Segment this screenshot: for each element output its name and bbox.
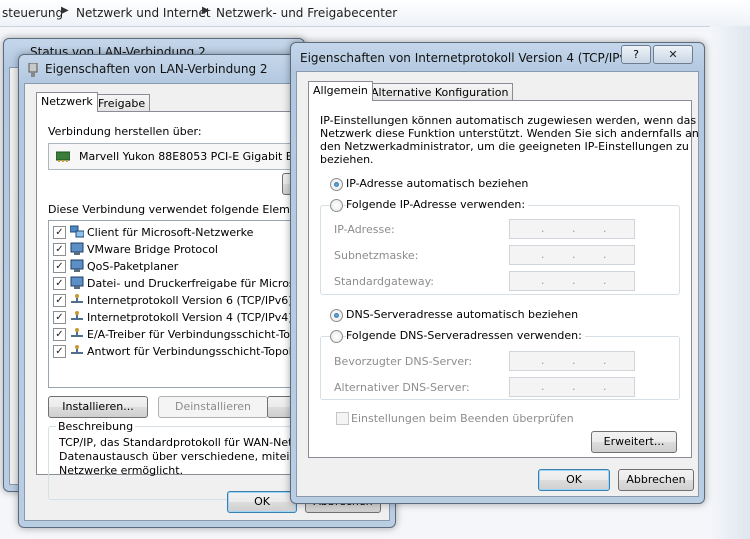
subnet-label: Subnetzmaske:	[334, 249, 419, 262]
lan-ok-button[interactable]: OK	[227, 491, 297, 513]
dns-auto-label[interactable]: DNS-Serveradresse automatisch beziehen	[346, 308, 578, 321]
tab-alternative-konfiguration[interactable]: Alternative Konfiguration	[366, 83, 514, 101]
validate-label: Einstellungen beim Beenden überprüfen	[351, 412, 574, 425]
description-line: TCP/IP, das Standardprotokoll für WAN-Ne…	[59, 436, 319, 449]
advanced-button[interactable]: Erweitert...	[591, 431, 677, 453]
item-checkbox[interactable]: ✓	[53, 226, 66, 239]
item-checkbox[interactable]: ✓	[53, 243, 66, 256]
intro-line: den Netzwerkadministrator, um die geeign…	[320, 140, 689, 153]
close-icon[interactable]: ✕	[653, 45, 693, 64]
item-label: Antwort für Verbindungsschicht-Topologie…	[87, 345, 323, 358]
window-title: Eigenschaften von LAN-Verbindung 2	[45, 62, 268, 76]
protocol-icon	[70, 327, 84, 340]
protocol-icon	[70, 293, 84, 306]
tab-freigabe[interactable]: Freigabe	[93, 94, 151, 112]
dns-auto-radio[interactable]	[330, 309, 343, 322]
item-label: Client für Microsoft-Netzwerke	[87, 226, 254, 239]
install-button[interactable]: Installieren...	[48, 396, 148, 418]
item-checkbox[interactable]: ✓	[53, 328, 66, 341]
intro-line: IP-Einstellungen können automatisch zuge…	[320, 114, 697, 127]
ip-address-field[interactable]: ...	[509, 219, 635, 239]
item-label: Internetprotokoll Version 6 (TCP/IPv6)	[87, 294, 293, 307]
breadcrumb-arrow-icon[interactable]: ▶	[202, 5, 210, 16]
network-card-icon	[55, 150, 71, 162]
breadcrumb-item[interactable]: Netzwerk und Internet	[76, 6, 211, 20]
subnet-field[interactable]: ...	[509, 245, 635, 265]
item-checkbox[interactable]: ✓	[53, 260, 66, 273]
item-label: VMware Bridge Protocol	[87, 243, 218, 256]
general-tab-panel: IP-Einstellungen können automatisch zuge…	[308, 100, 699, 458]
explorer-address-bar[interactable]: steuerung ▶ Netzwerk und Internet ▶ Netz…	[0, 0, 750, 27]
description-line: Datenaustausch über verschiedene, mitein…	[59, 450, 329, 463]
description-title: Beschreibung	[56, 420, 136, 433]
ipv4-properties-window[interactable]: Eigenschaften von Internetprotokoll Vers…	[290, 42, 705, 504]
item-checkbox[interactable]: ✓	[53, 294, 66, 307]
dns-manual-radio[interactable]	[330, 330, 343, 343]
ip-address-label: IP-Adresse:	[334, 223, 395, 236]
explorer-background	[710, 26, 750, 539]
ipv4-cancel-button[interactable]: Abbrechen	[618, 469, 694, 491]
window-title: Eigenschaften von Internetprotokoll Vers…	[300, 51, 639, 65]
network-service-icon	[70, 242, 84, 255]
gateway-field[interactable]: ...	[509, 271, 635, 291]
ip-auto-label[interactable]: IP-Adresse automatisch beziehen	[346, 177, 528, 190]
tab-netzwerk[interactable]: Netzwerk	[36, 92, 98, 112]
network-service-icon	[70, 276, 84, 289]
intro-line: Netzwerk diese Funktion unterstützt. Wen…	[320, 127, 699, 140]
intro-line: beziehen.	[320, 153, 374, 166]
preferred-dns-label: Bevorzugter DNS-Server:	[334, 355, 473, 368]
alternate-dns-label: Alternativer DNS-Server:	[334, 381, 470, 394]
item-checkbox[interactable]: ✓	[53, 277, 66, 290]
protocol-icon	[70, 310, 84, 323]
breadcrumb-arrow-icon[interactable]: ▶	[61, 5, 69, 16]
item-checkbox[interactable]: ✓	[53, 345, 66, 358]
item-label: E/A-Treiber für Verbindungsschicht-Topol…	[87, 328, 314, 341]
preferred-dns-field[interactable]: ...	[509, 351, 635, 371]
gateway-label: Standardgateway:	[334, 275, 434, 288]
item-label: QoS-Paketplaner	[87, 260, 179, 273]
description-line: Netzwerke ermöglicht.	[59, 464, 184, 477]
item-checkbox[interactable]: ✓	[53, 311, 66, 324]
ipv4-body: Allgemein Alternative Konfiguration IP-E…	[296, 71, 699, 497]
breadcrumb-item[interactable]: steuerung	[2, 6, 63, 20]
ipv4-ok-button[interactable]: OK	[538, 469, 610, 491]
elements-label: Diese Verbindung verwendet folgende Elem…	[48, 203, 319, 216]
protocol-icon	[70, 344, 84, 357]
validate-checkbox[interactable]	[336, 412, 349, 425]
breadcrumb-item[interactable]: Netzwerk- und Freigabecenter	[216, 6, 397, 20]
ip-manual-radio[interactable]	[330, 199, 343, 212]
connect-using-label: Verbindung herstellen über:	[48, 125, 202, 138]
adapter-name: Marvell Yukon 88E8053 PCI-E Gigabit Ethe…	[79, 150, 323, 163]
help-button[interactable]: ?	[621, 45, 651, 64]
ip-manual-label[interactable]: Folgende IP-Adresse verwenden:	[346, 198, 529, 211]
item-label: Internetprotokoll Version 4 (TCP/IPv4)	[87, 311, 293, 324]
ip-auto-radio[interactable]	[330, 178, 343, 191]
network-service-icon	[70, 259, 84, 272]
network-client-icon	[69, 225, 85, 238]
dns-manual-label[interactable]: Folgende DNS-Serveradressen verwenden:	[346, 329, 585, 342]
uninstall-button[interactable]: Deinstallieren	[158, 396, 268, 418]
network-adapter-icon	[28, 62, 38, 77]
alternate-dns-field[interactable]: ...	[509, 377, 635, 397]
tab-allgemein[interactable]: Allgemein	[308, 81, 373, 101]
